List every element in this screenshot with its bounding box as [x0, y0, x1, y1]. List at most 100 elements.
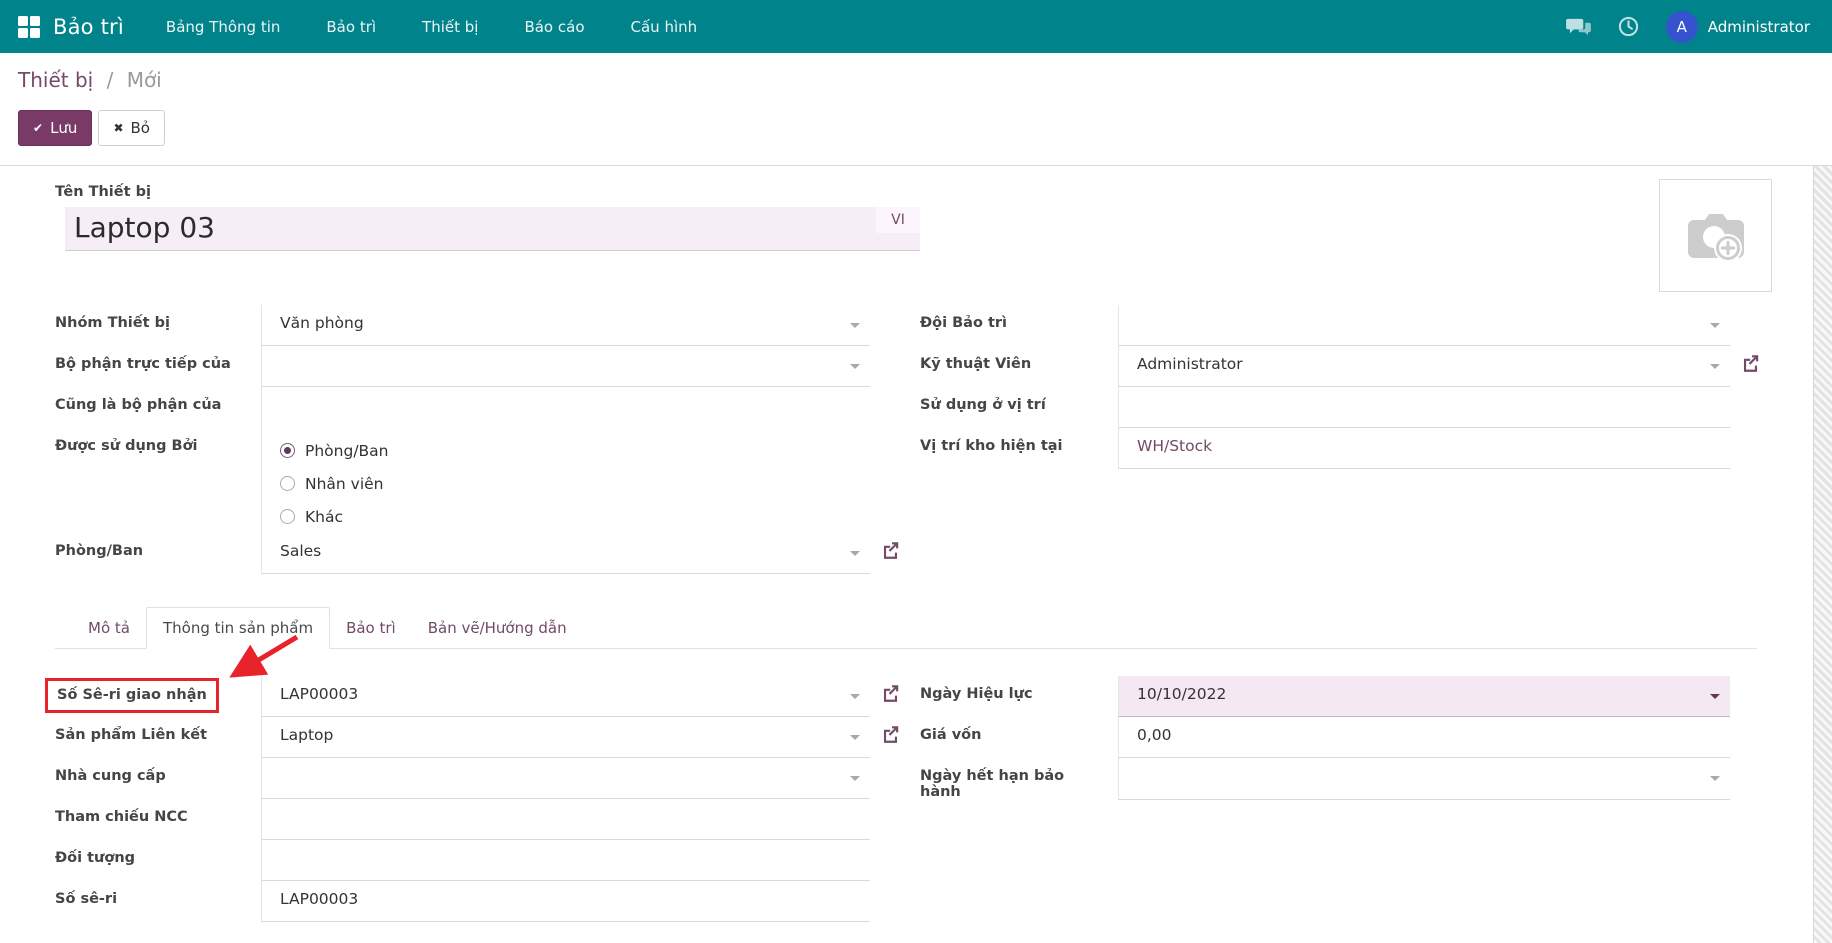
- chevron-down-icon: [1710, 776, 1720, 781]
- field-value-gia-von: 0,00: [1137, 726, 1172, 744]
- chevron-down-icon: [850, 776, 860, 781]
- field-value-nhom-thiet-bi: Văn phòng: [280, 314, 364, 332]
- save-button[interactable]: ✔ Lưu: [18, 110, 93, 146]
- field-widget-nhom-thiet-bi[interactable]: Văn phòng: [261, 305, 870, 346]
- field-label-san-pham-lien-ket: Sản phẩm Liên kết: [55, 727, 208, 743]
- radio-option-khac[interactable]: Khác: [280, 500, 840, 533]
- app-name[interactable]: Bảo trì: [53, 15, 124, 39]
- field-widget-duoc-su-dung-boi: Phòng/Ban Nhân viên Khác: [261, 428, 870, 533]
- chevron-down-icon: [850, 551, 860, 556]
- field-widget-doi-bao-tri[interactable]: [1118, 305, 1730, 346]
- field-label-vi-tri-kho-hien-tai: Vị trí kho hiện tại: [920, 438, 1063, 454]
- group-tab-right: Ngày Hiệu lực 10/10/2022 Giá vốn 0,00 Ngày h…: [920, 676, 1730, 800]
- tab-b-n-v-h-ng-d-n[interactable]: Bản vẽ/Hướng dẫn: [412, 608, 583, 648]
- field-label-nhom-thiet-bi: Nhóm Thiết bị: [55, 315, 170, 331]
- field-value-ky-thuat-vien: Administrator: [1137, 355, 1243, 373]
- external-link-icon[interactable]: [881, 725, 900, 744]
- nav-menu-item-b-o-tr-[interactable]: Bảo trì: [326, 18, 376, 36]
- annotation-box: Số Sê-ri giao nhận: [45, 678, 219, 713]
- field-label-bo-phan-truc-tiep-cua: Bộ phận trực tiếp của: [55, 356, 231, 372]
- field-row-doi-bao-tri: Đội Bảo trì: [920, 305, 1730, 346]
- chevron-down-icon: [1710, 694, 1720, 699]
- user-avatar[interactable]: A: [1665, 10, 1698, 43]
- field-widget-ngay-het-han-bao-hanh[interactable]: [1118, 758, 1730, 800]
- chevron-down-icon: [1710, 364, 1720, 369]
- external-link-icon[interactable]: [1741, 354, 1760, 373]
- field-widget-bo-phan-truc-tiep-cua[interactable]: [261, 346, 870, 387]
- chevron-down-icon: [850, 694, 860, 699]
- radio-option-phong-ban[interactable]: Phòng/Ban: [280, 434, 840, 467]
- field-widget-cung-la-bo-phan-cua[interactable]: [261, 387, 870, 428]
- app-menu: Bảng Thông tin Bảo trì Thiết bị Báo cáo Cấu …: [166, 18, 743, 36]
- field-value-san-pham-lien-ket: Laptop: [280, 726, 334, 744]
- external-link-icon[interactable]: [881, 541, 900, 560]
- field-widget-so-se-ri[interactable]: LAP00003: [261, 881, 870, 922]
- navbar-right: A Administrator: [1565, 0, 1810, 53]
- field-row-san-pham-lien-ket: Sản phẩm Liên kết Laptop: [55, 717, 899, 758]
- field-label-duoc-su-dung-boi: Được sử dụng Bởi: [55, 438, 198, 454]
- nav-menu-item-thi-t-b-[interactable]: Thiết bị: [422, 18, 478, 36]
- field-row-ngay-hieu-luc: Ngày Hiệu lực 10/10/2022: [920, 676, 1730, 717]
- field-label-doi-tuong: Đối tượng: [55, 850, 136, 866]
- odoo-maintenance-equipment-form: Bảo trì Bảng Thông tin Bảo trì Thiết bị Báo…: [0, 0, 1832, 943]
- field-widget-phong-ban[interactable]: Sales: [261, 533, 899, 574]
- x-icon: ✖: [113, 121, 124, 135]
- field-row-ky-thuat-vien: Kỹ thuật Viên Administrator: [920, 346, 1759, 387]
- field-label-phong-ban: Phòng/Ban: [55, 543, 144, 559]
- field-widget-ky-thuat-vien[interactable]: Administrator: [1118, 346, 1759, 387]
- field-row-duoc-su-dung-boi: Được sử dụng Bởi Phòng/Ban Nhân viên Khác: [55, 428, 870, 533]
- field-widget-su-dung-o-vi-tri[interactable]: [1118, 387, 1730, 428]
- field-row-tham-chieu-ncc: Tham chiếu NCC: [55, 799, 870, 840]
- discard-button[interactable]: ✖ Bỏ: [98, 110, 165, 146]
- radio-icon-phong-ban: [280, 443, 295, 458]
- nav-menu-item-c-u-h-nh[interactable]: Cấu hình: [631, 18, 698, 36]
- external-link-icon[interactable]: [881, 684, 900, 703]
- field-widget-san-pham-lien-ket[interactable]: Laptop: [261, 717, 899, 758]
- messages-icon[interactable]: [1565, 17, 1591, 37]
- field-row-su-dung-o-vi-tri: Sử dụng ở vị trí: [920, 387, 1730, 428]
- field-label-nha-cung-cap: Nhà cung cấp: [55, 768, 166, 784]
- field-label-gia-von: Giá vốn: [920, 727, 982, 743]
- breadcrumb-parent-link[interactable]: Thiết bị: [18, 68, 93, 92]
- radio-label-phong-ban: Phòng/Ban: [305, 441, 389, 460]
- field-widget-tham-chieu-ncc[interactable]: [261, 799, 870, 840]
- activities-clock-icon[interactable]: [1618, 16, 1639, 37]
- field-value-vi-tri-kho-hien-tai: WH/Stock: [1137, 437, 1213, 455]
- field-row-cung-la-bo-phan-cua: Cũng là bộ phận của: [55, 387, 870, 428]
- field-value-phong-ban: Sales: [280, 542, 322, 560]
- field-widget-ngay-hieu-luc[interactable]: 10/10/2022: [1118, 676, 1730, 717]
- field-label-su-dung-o-vi-tri: Sử dụng ở vị trí: [920, 397, 1046, 413]
- field-widget-so-se-ri-giao-nhan[interactable]: LAP00003: [261, 676, 899, 717]
- nav-menu-item-b-ng-th-ng-tin[interactable]: Bảng Thông tin: [166, 18, 280, 36]
- tab-m-t-[interactable]: Mô tả: [72, 608, 146, 648]
- tab-b-o-tr-[interactable]: Bảo trì: [330, 608, 412, 648]
- sheet-background-stripes: [1813, 166, 1832, 943]
- nav-menu-item-b-o-c-o[interactable]: Báo cáo: [524, 18, 584, 36]
- field-row-vi-tri-kho-hien-tai: Vị trí kho hiện tại WH/Stock: [920, 428, 1730, 469]
- equipment-name-input[interactable]: Laptop 03 VI: [65, 207, 920, 251]
- breadcrumb: Thiết bị / Mới: [18, 68, 162, 92]
- radio-option-nhan-vien[interactable]: Nhân viên: [280, 467, 840, 500]
- camera-plus-icon: [1687, 213, 1744, 262]
- chevron-down-icon: [850, 364, 860, 369]
- field-row-ngay-het-han-bao-hanh: Ngày hết hạn bảo hành: [920, 758, 1730, 800]
- breadcrumb-separator: /: [106, 68, 114, 92]
- field-row-phong-ban: Phòng/Ban Sales: [55, 533, 899, 574]
- field-widget-gia-von[interactable]: 0,00: [1118, 717, 1730, 758]
- field-widget-nha-cung-cap[interactable]: [261, 758, 870, 799]
- group-main-right: Đội Bảo trì Kỹ thuật Viên Administrator Sử …: [920, 305, 1759, 469]
- chevron-down-icon: [850, 735, 860, 740]
- check-icon: ✔: [33, 121, 44, 135]
- apps-menu-icon[interactable]: [18, 15, 40, 38]
- translation-badge[interactable]: VI: [876, 207, 920, 233]
- field-label-ky-thuat-vien: Kỹ thuật Viên: [920, 356, 1032, 372]
- equipment-name-label: Tên Thiết bị: [55, 184, 151, 200]
- chevron-down-icon: [850, 323, 860, 328]
- field-row-bo-phan-truc-tiep-cua: Bộ phận trực tiếp của: [55, 346, 870, 387]
- field-widget-vi-tri-kho-hien-tai[interactable]: WH/Stock: [1118, 428, 1730, 469]
- field-row-nhom-thiet-bi: Nhóm Thiết bị Văn phòng: [55, 305, 870, 346]
- field-widget-doi-tuong[interactable]: [261, 840, 870, 881]
- equipment-photo-upload[interactable]: [1659, 179, 1772, 292]
- user-menu[interactable]: Administrator: [1708, 18, 1810, 36]
- tab-th-ng-tin-s-n-ph-m[interactable]: Thông tin sản phẩm: [145, 607, 331, 649]
